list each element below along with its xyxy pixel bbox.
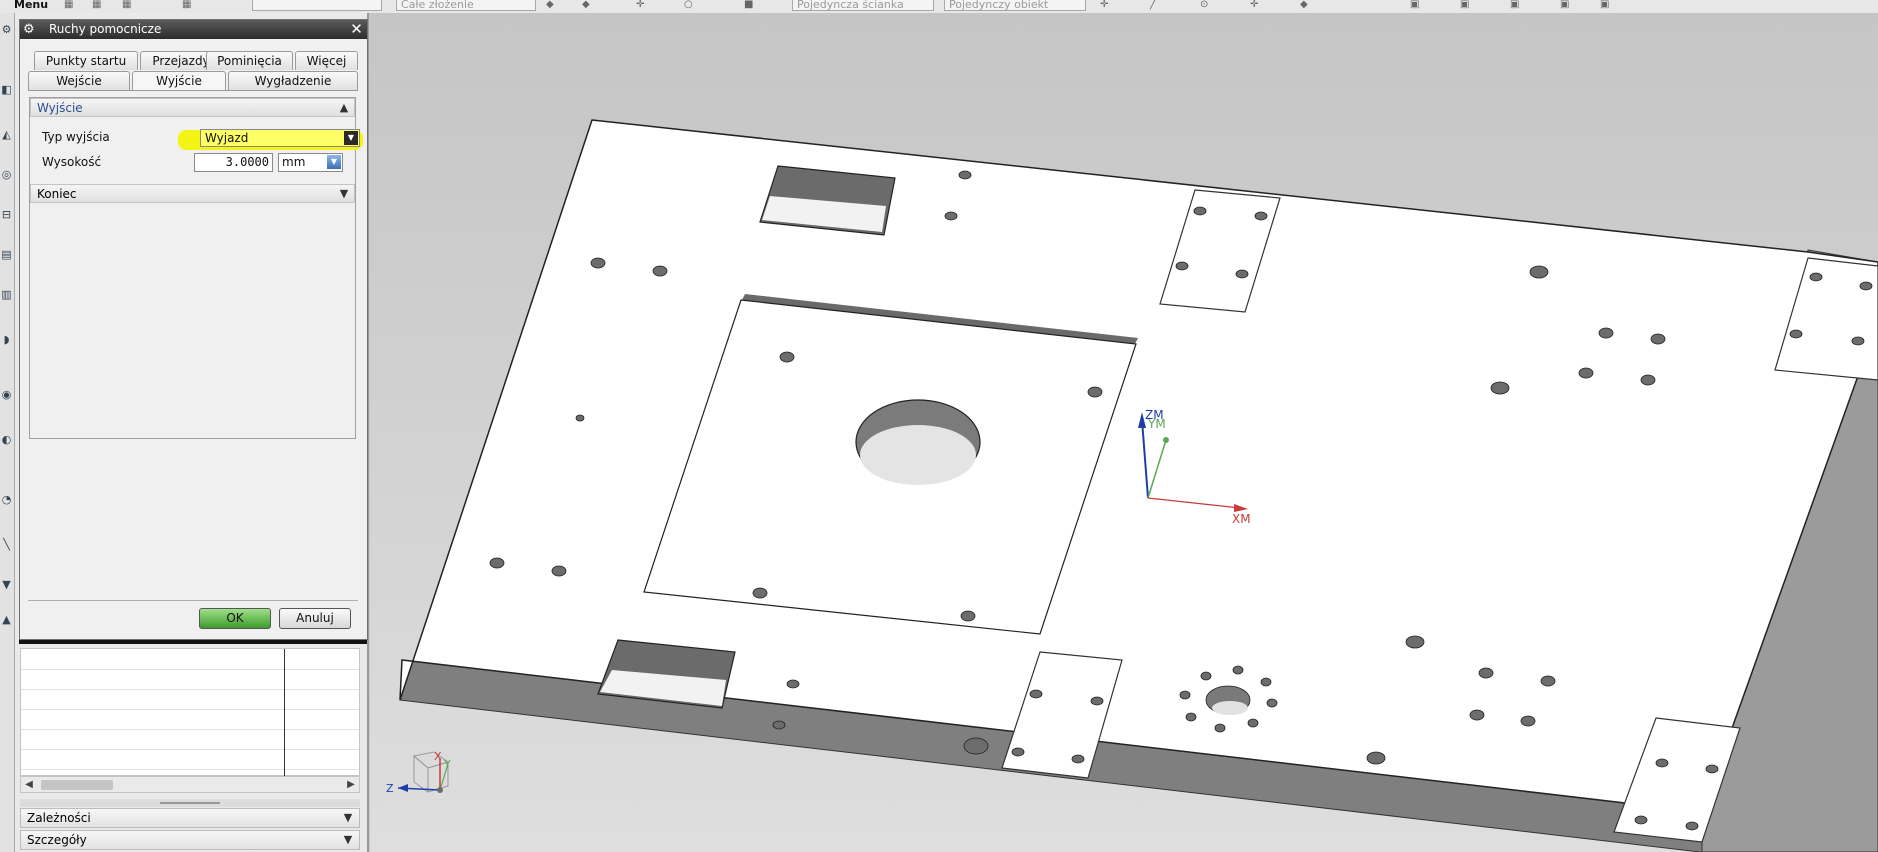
- section-title: Wyjście: [37, 101, 83, 115]
- toolbar-icon[interactable]: ✛: [1100, 0, 1110, 10]
- details-panel-header[interactable]: Szczegóły ▼: [20, 830, 360, 850]
- triad-label-y: Y: [443, 758, 451, 771]
- teamcenter-icon[interactable]: ◐: [0, 433, 13, 446]
- scrollbar-thumb[interactable]: [41, 780, 113, 790]
- exit-type-label: Typ wyjścia: [42, 130, 110, 144]
- toolbar-icon[interactable]: ▦: [64, 0, 74, 10]
- toolbar-icon[interactable]: ✛: [1250, 0, 1260, 10]
- cancel-button[interactable]: Anuluj: [279, 608, 351, 629]
- grid-row-line: [21, 729, 359, 730]
- reuse-icon[interactable]: ▲: [0, 613, 13, 626]
- height-unit-dropdown[interactable]: mm ▼: [278, 153, 343, 172]
- section-header-end[interactable]: Koniec ▼: [30, 184, 355, 203]
- chevron-up-icon[interactable]: ▲: [336, 100, 352, 115]
- grid-row-line: [21, 769, 359, 770]
- grid-column-divider[interactable]: [284, 649, 285, 777]
- filter-face-combo[interactable]: Pojedyncza ścianka: [792, 0, 934, 11]
- ok-button[interactable]: OK: [199, 608, 271, 629]
- exit-type-dropdown[interactable]: Wyjazd ▼: [200, 129, 360, 147]
- chevron-down-icon[interactable]: ▼: [340, 809, 356, 827]
- part-navigator-icon[interactable]: ◧: [0, 83, 13, 96]
- history-icon[interactable]: ⊟: [0, 208, 13, 221]
- filter-assembly-combo[interactable]: Całe złożenie: [396, 0, 536, 11]
- chevron-right-icon[interactable]: ▶: [344, 778, 358, 792]
- wcs-label-xm: XM: [1232, 512, 1251, 526]
- toolbar-icon[interactable]: ▦: [122, 0, 132, 10]
- toolbar-icon[interactable]: ◆: [546, 0, 556, 10]
- palette-icon[interactable]: ▤: [0, 248, 13, 261]
- grid-row-line: [21, 669, 359, 670]
- tab-divider: [28, 90, 358, 91]
- tab-retract[interactable]: Wyjście: [132, 71, 226, 90]
- resource-bar: ⚙ ◧ ◭ ◎ ⊟ ▤ ▥ ◗ ◉ ◐ ◔ ╲ ▼ ▲: [0, 13, 15, 852]
- toolbar-icon[interactable]: ⊙: [1200, 0, 1210, 10]
- library-icon[interactable]: ▥: [0, 288, 13, 301]
- panel-title: Szczegóły: [27, 833, 87, 847]
- toolbar-icon[interactable]: ◆: [1300, 0, 1310, 10]
- dependencies-panel-header[interactable]: Zależności ▼: [20, 808, 360, 828]
- panel-splitter[interactable]: [20, 799, 360, 807]
- tab-avoidance[interactable]: Pominięcia: [206, 51, 293, 70]
- dialog-title: Ruchy pomocnicze: [49, 22, 162, 36]
- web-icon[interactable]: ◗: [0, 333, 13, 346]
- filter-combo-empty[interactable]: [252, 0, 382, 11]
- toolbar-icon[interactable]: ▦: [182, 0, 192, 10]
- central-hole-bottom: [860, 425, 976, 485]
- dialog-bottom-edge: [19, 640, 367, 644]
- toolbar-icon[interactable]: ✛: [636, 0, 646, 10]
- triad-label-z: Z: [386, 782, 394, 795]
- toolbar-icon[interactable]: ○: [684, 0, 694, 10]
- chevron-down-icon[interactable]: ▼: [336, 186, 352, 201]
- splitter-grip[interactable]: [160, 802, 220, 804]
- exit-type-value: Wyjazd: [205, 131, 249, 145]
- toolbar-icon[interactable]: ▣: [1410, 0, 1420, 10]
- section-header-retract[interactable]: Wyjście ▲: [30, 98, 355, 117]
- filter-object-combo[interactable]: Pojedynczy obiekt: [944, 0, 1086, 11]
- tab-more[interactable]: Więcej: [295, 51, 358, 70]
- gear-icon: ⚙: [23, 22, 35, 37]
- chevron-down-icon[interactable]: ▼: [340, 831, 356, 849]
- operation-navigator-icon[interactable]: ◭: [0, 128, 13, 141]
- toolbar-icon[interactable]: ▦: [92, 0, 102, 10]
- tool-icon[interactable]: ▼: [0, 578, 13, 591]
- dialog-separator: [28, 600, 358, 601]
- chevron-down-icon[interactable]: ▼: [344, 131, 358, 145]
- section-title: Koniec: [37, 187, 77, 201]
- gear-icon[interactable]: ⚙: [0, 23, 13, 36]
- chevron-down-icon[interactable]: ▼: [327, 155, 341, 169]
- wcs-label-ym: YM: [1147, 417, 1166, 431]
- tab-engage[interactable]: Wejście: [28, 71, 130, 90]
- toolbar-icon[interactable]: ▣: [1460, 0, 1470, 10]
- brush-icon[interactable]: ╲: [0, 538, 13, 551]
- height-input[interactable]: 3.0000: [194, 153, 273, 172]
- horizontal-scrollbar[interactable]: ◀ ▶: [20, 776, 360, 793]
- clock-icon[interactable]: ◔: [0, 493, 13, 506]
- menu-button[interactable]: Menu: [14, 0, 48, 11]
- toolbar-icon[interactable]: ◆: [582, 0, 592, 10]
- toolbar-icon[interactable]: ▣: [1510, 0, 1520, 10]
- height-label: Wysokość: [42, 155, 102, 169]
- grid-row-line: [21, 689, 359, 690]
- top-toolbar: Menu ▦ ▦ ▦ ▦ Całe złożenie ◆ ◆ ✛ ○ ■ Poj…: [0, 0, 1878, 14]
- cube-icon[interactable]: ■: [744, 0, 754, 10]
- close-icon[interactable]: ✕: [348, 21, 365, 38]
- tab-smoothing[interactable]: Wygładzenie: [228, 71, 358, 90]
- navigator-grid[interactable]: [20, 648, 360, 777]
- triad-label-x: X: [434, 750, 442, 763]
- non-cutting-moves-dialog: ⚙ Ruchy pomocnicze ✕ Punkty startu Przej…: [19, 19, 368, 640]
- grid-row-line: [21, 709, 359, 710]
- height-unit-value: mm: [282, 155, 306, 169]
- chevron-left-icon[interactable]: ◀: [22, 778, 36, 792]
- toolbar-icon[interactable]: ▣: [1560, 0, 1570, 10]
- grid-row-line: [21, 749, 359, 750]
- roles-icon[interactable]: ◎: [0, 168, 13, 181]
- toolbar-icon[interactable]: ╱: [1150, 0, 1160, 10]
- toolbar-icon[interactable]: ▣: [1600, 0, 1610, 10]
- dialog-title-bar[interactable]: ⚙ Ruchy pomocnicze ✕: [20, 20, 367, 39]
- graphics-viewport[interactable]: ZM YM XM Z X Y: [370, 13, 1878, 852]
- wifi-icon[interactable]: ◉: [0, 388, 13, 401]
- tab-start-points[interactable]: Punkty startu: [34, 51, 138, 70]
- panel-title: Zależności: [27, 811, 91, 825]
